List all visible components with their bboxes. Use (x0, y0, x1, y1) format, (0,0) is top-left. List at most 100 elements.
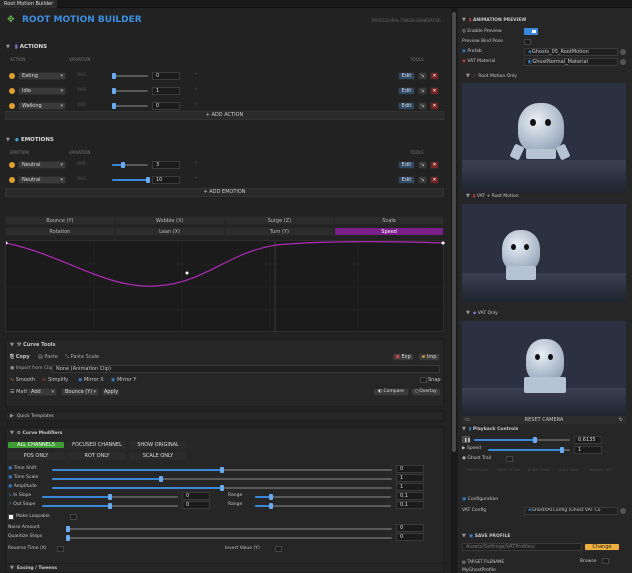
noise-amount-value[interactable]: 0 (396, 524, 424, 532)
emotions-type-dropdown[interactable]: Neutral (18, 161, 66, 169)
variation-slider-knob[interactable] (112, 73, 116, 79)
apply-button[interactable]: Apply (102, 388, 120, 396)
curve-modifiers-header[interactable]: ▼ ⚙ Curve Modifiers (10, 430, 62, 436)
animation-preview-header[interactable]: ▼ ▮ ANIMATION PREVIEW (462, 17, 526, 23)
stepper-icon[interactable]: ÷ (194, 87, 198, 92)
add-action-button[interactable]: + ADD ACTION (5, 111, 444, 120)
fx-icon[interactable]: ↘ (418, 176, 427, 184)
edit-button[interactable]: Edit (398, 72, 415, 80)
variation-value[interactable]: 0 (152, 102, 180, 110)
modifier-value[interactable]: 1 (396, 474, 424, 482)
variation-value[interactable]: 10 (152, 176, 180, 184)
import-clip-field[interactable]: None (Animation Clip) (52, 365, 440, 373)
variation-slider[interactable] (112, 73, 148, 79)
edit-button[interactable]: Edit (398, 176, 415, 184)
tab-bounce-y[interactable]: Bounce (Y) (5, 216, 115, 225)
modifier-value[interactable]: 1 (396, 483, 424, 491)
curve-key[interactable] (185, 271, 189, 275)
invert-value-checkbox[interactable] (275, 546, 282, 552)
tab-scale[interactable]: Scale (334, 216, 444, 225)
fx-icon[interactable]: ↘ (418, 72, 427, 80)
in-slope-value[interactable]: 0 (182, 492, 210, 500)
all-channels-button[interactable]: ALL CHANNELS (7, 441, 65, 449)
variation-slider-knob[interactable] (146, 177, 150, 183)
noise-amount-slider[interactable] (66, 526, 392, 532)
out-slope-value[interactable]: 0 (182, 501, 210, 509)
actions-type-dropdown[interactable]: Eating (18, 72, 66, 80)
pause-button[interactable]: ❚❚ (462, 436, 471, 443)
variation-slider[interactable] (112, 177, 150, 183)
tab-speed[interactable]: Speed (334, 227, 444, 236)
modifier-slider[interactable] (52, 476, 392, 482)
tab-surge-z[interactable]: Surge (Z) (224, 216, 335, 225)
make-loopable-checkbox[interactable] (70, 514, 77, 520)
scrollbar-thumb[interactable] (452, 12, 456, 452)
overlay-button[interactable]: ▯ Overlay (411, 388, 441, 396)
tab-rotation[interactable]: Rotation (5, 227, 115, 236)
save-path-field[interactable]: Assets/Settings/VATProfiles/ (462, 543, 582, 551)
timeline-slider[interactable] (474, 437, 570, 443)
paste-scale-button[interactable]: ⤡ Paste Scale (65, 354, 99, 360)
curve-tools-header[interactable]: ▼ ⚒ Curve Tools (10, 342, 56, 348)
curve-key[interactable] (441, 241, 445, 245)
edit-button[interactable]: Edit (398, 102, 415, 110)
reverse-time-checkbox[interactable] (57, 546, 64, 552)
variation-slider-knob[interactable] (112, 103, 116, 109)
tab-turn-y[interactable]: Turn (Y) (224, 227, 335, 236)
prefab-picker-icon[interactable] (620, 49, 626, 55)
stepper-icon[interactable]: ÷ (194, 176, 198, 181)
emotions-header[interactable]: ▼ ◆ EMOTIONS (6, 137, 54, 146)
main-scrollbar[interactable] (451, 8, 457, 573)
export-button[interactable]: ▣ Exp (392, 353, 414, 361)
mirror-x-button[interactable]: ◉ Mirror X (78, 377, 104, 383)
delete-icon[interactable]: ✕ (430, 102, 439, 110)
stepper-icon[interactable]: ÷ (194, 102, 198, 107)
preview-viewport-vat-root[interactable] (462, 204, 626, 302)
configuration-header[interactable]: ▣ Configuration (462, 497, 498, 502)
delete-icon[interactable]: ✕ (430, 87, 439, 95)
tab-wobble-x[interactable]: Wobble (X) (114, 216, 225, 225)
modifier-slider[interactable] (52, 485, 392, 491)
filename-field[interactable]: MyGhostProfile (462, 568, 496, 573)
vat-material-field[interactable]: ◐GhostNormal_Material (524, 58, 618, 66)
rot-only-button[interactable]: ROT ONLY (68, 452, 126, 460)
modifier-slider[interactable] (52, 467, 392, 473)
browse-checkbox[interactable] (602, 558, 609, 564)
stepper-icon[interactable]: ÷ (194, 72, 198, 77)
mirror-y-button[interactable]: ◉ Mirror Y (111, 377, 136, 383)
range-value-1[interactable]: 0.1 (396, 492, 424, 500)
stepper-icon[interactable]: ÷ (194, 161, 198, 166)
tab-lean-x[interactable]: Lean (X) (114, 227, 225, 236)
quick-templates-panel[interactable] (5, 411, 444, 421)
math-op-dropdown[interactable]: Add (27, 388, 57, 396)
range-slider-1[interactable] (255, 494, 391, 500)
curve-graph[interactable] (4, 240, 446, 333)
snap-checkbox[interactable] (420, 377, 427, 383)
smooth-button[interactable]: ∿ Smooth (10, 377, 35, 383)
variation-slider[interactable] (112, 88, 148, 94)
modifier-slider-knob[interactable] (220, 467, 224, 473)
variation-slider[interactable] (112, 103, 148, 109)
scale-only-button[interactable]: SCALE ONLY (129, 452, 187, 460)
prefab-field[interactable]: ◈Ghosts_05_RootMotion (524, 48, 618, 56)
import-button[interactable]: ▰ Imp (418, 353, 440, 361)
variation-slider-knob[interactable] (120, 162, 125, 168)
variation-value[interactable]: 3 (152, 161, 180, 169)
curve-key[interactable] (4, 241, 8, 245)
compare-button[interactable]: ◐ Compare (373, 388, 409, 396)
out-slope-slider[interactable] (42, 503, 178, 509)
variation-slider-knob[interactable] (112, 88, 117, 94)
simplify-button[interactable]: ⚔ Simplify (42, 377, 68, 383)
range-slider-2[interactable] (255, 503, 391, 509)
show-original-button[interactable]: SHOW ORIGINAL (129, 441, 187, 449)
delete-icon[interactable]: ✕ (430, 161, 439, 169)
paste-button[interactable]: ▤ Paste (38, 354, 58, 360)
enable-preview-toggle[interactable] (524, 28, 538, 35)
variation-value[interactable]: 1 (152, 87, 180, 95)
preview-bind-pose-checkbox[interactable] (524, 39, 531, 45)
ghost-trail-checkbox[interactable] (506, 456, 513, 462)
window-tab[interactable]: Root Motion Builder (0, 0, 58, 8)
range-value-2[interactable]: 0.1 (396, 501, 424, 509)
view-header-vat-root[interactable]: ▼ ▮ VAT + Root Motion (466, 193, 519, 199)
actions-type-dropdown[interactable]: Walking (18, 102, 66, 110)
